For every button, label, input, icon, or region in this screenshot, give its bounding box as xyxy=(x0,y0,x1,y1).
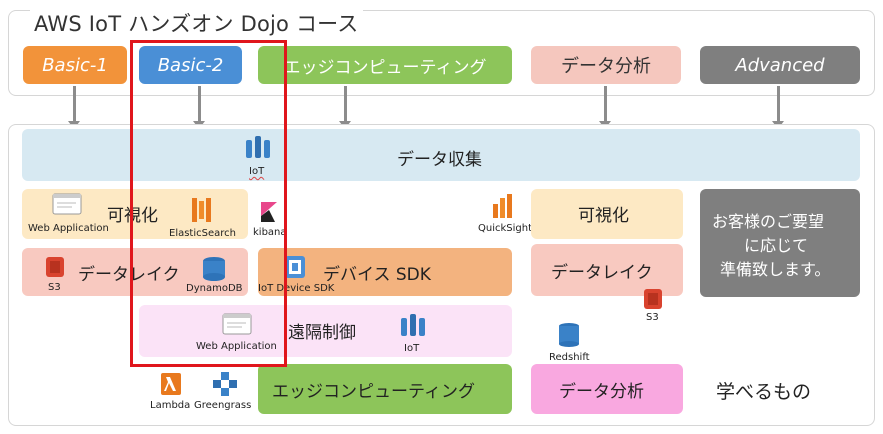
quicksight-label: QuickSight xyxy=(478,223,533,234)
greengrass-label: Greengrass xyxy=(194,400,252,411)
custom-request-line-1: お客様のご要望 xyxy=(712,212,825,231)
device-sdk-label: デバイス SDK xyxy=(323,265,431,285)
s3-right-label: S3 xyxy=(646,312,659,323)
custom-request-line-3: 準備致します。 xyxy=(720,260,831,279)
remote-iot-icon xyxy=(401,314,425,336)
arrow-analytics xyxy=(599,86,611,129)
analytics-bottom-label: データ分析 xyxy=(559,382,644,402)
basic-2-highlight xyxy=(130,40,287,367)
course-basic-1: Basic-1 xyxy=(23,46,127,84)
course-advanced: Advanced xyxy=(700,46,860,84)
arrow-edge xyxy=(339,86,351,129)
greengrass-icon xyxy=(213,372,237,396)
custom-request-line-2: に応じて xyxy=(744,236,809,255)
s3-label: S3 xyxy=(48,282,61,293)
lambda-icon xyxy=(161,373,181,395)
remote-iot-label: IoT xyxy=(404,343,420,354)
data-collection-label: データ収集 xyxy=(397,150,482,170)
arrow-basic-1 xyxy=(68,86,80,129)
web-application-label: Web Application xyxy=(28,223,109,234)
learn-label: 学べるもの xyxy=(716,381,812,403)
redshift-label: Redshift xyxy=(549,352,590,363)
remote-control-label: 遠隔制御 xyxy=(288,323,356,343)
s3-icon xyxy=(46,257,64,277)
lambda-label: Lambda xyxy=(150,400,191,411)
s3-right-icon xyxy=(644,289,662,309)
quicksight-icon xyxy=(493,194,512,218)
web-application-icon xyxy=(52,193,82,215)
arrow-advanced xyxy=(772,86,784,129)
course-analytics: データ分析 xyxy=(531,46,681,84)
edge-bottom-label: エッジコンピューティング xyxy=(272,382,475,402)
visualize-right-label: 可視化 xyxy=(578,206,629,226)
page-title: AWS IoT ハンズオン Dojo コース xyxy=(30,8,363,38)
redshift-icon xyxy=(559,323,579,347)
datalake-right-label: データレイク xyxy=(551,263,653,283)
course-edge: エッジコンピューティング xyxy=(258,46,512,84)
